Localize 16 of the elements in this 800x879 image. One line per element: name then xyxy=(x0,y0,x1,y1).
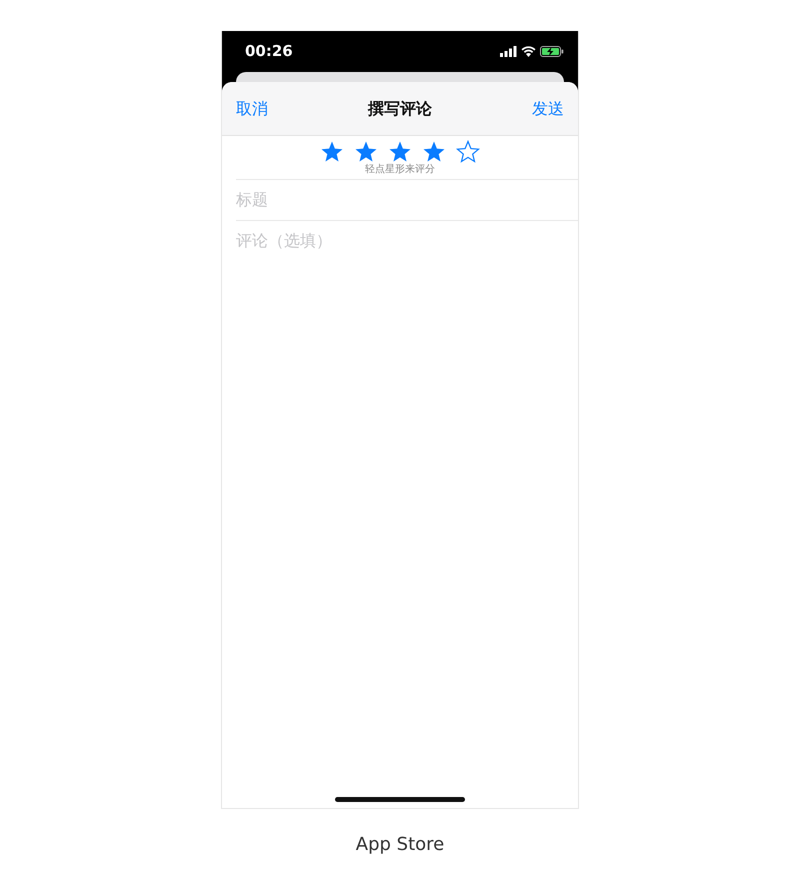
caption: App Store xyxy=(356,833,444,857)
rating-hint: 轻点星形来评分 xyxy=(365,164,435,176)
filled-star-icon[interactable] xyxy=(354,140,378,164)
battery-charging-icon xyxy=(540,46,564,57)
filled-star-icon[interactable] xyxy=(320,140,344,164)
status-time: 00:26 xyxy=(245,41,293,62)
filled-star-icon[interactable] xyxy=(388,140,412,164)
signal-icon xyxy=(500,46,517,57)
cancel-button[interactable]: 取消 xyxy=(236,96,268,120)
wifi-icon xyxy=(521,46,536,57)
empty-star-icon[interactable] xyxy=(456,140,480,164)
screen-title: 撰写评论 xyxy=(368,98,432,120)
title-field[interactable]: 标题 xyxy=(236,188,578,212)
review-field[interactable]: 评论（选填） xyxy=(236,229,578,277)
filled-star-icon[interactable] xyxy=(422,140,446,164)
send-button[interactable]: 发送 xyxy=(532,96,564,120)
